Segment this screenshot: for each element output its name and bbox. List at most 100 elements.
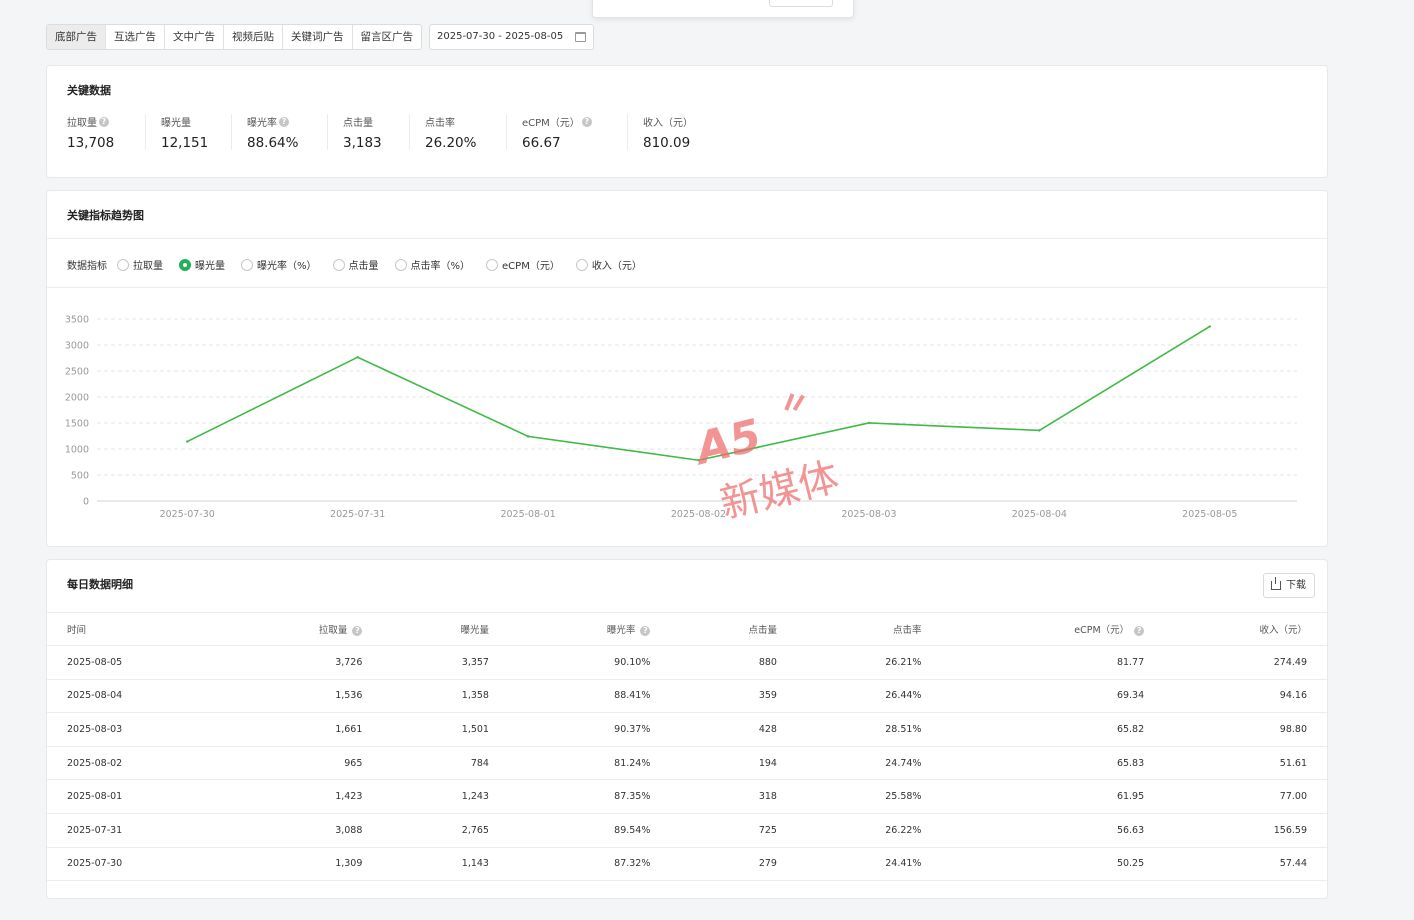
table-cell: 90.10% [514,645,677,680]
table-row: 2025-08-05 3,726 3,357 90.10% 880 26.21% 81.77… [47,645,1327,680]
tab-comment-ad[interactable]: 留言区广告 [353,25,422,49]
table-row: 2025-08-01 1,423 1,243 87.35% 318 25.58% 61.95… [47,779,1327,814]
date-range-text: 2025-07-30 - 2025-08-05 [437,31,564,42]
data-point[interactable] [526,435,530,438]
table-cell: 1,423 [227,779,389,814]
column-header-label: 曝光量 [460,625,489,636]
download-button[interactable]: 下载 [1263,573,1315,598]
metric-item: 拉取量? 13,708 [67,114,114,151]
metric-value: 3,183 [343,135,382,151]
daily-detail-card: 每日数据明细 下载 时间 拉取量? 曝光量 曝光率? 点击量 点击率 eCPM（元）? 收入（… [46,559,1328,899]
popover-fragment [592,0,854,18]
metric-label: 曝光率? [247,114,298,129]
y-tick-label: 1000 [65,445,89,456]
table-cell: 194 [676,746,803,781]
metric-item: 点击量 3,183 [343,114,382,151]
metric-item: 曝光量 12,151 [161,114,208,151]
data-point[interactable] [1208,325,1211,328]
metric-value: 88.64% [247,135,299,151]
popover-button[interactable] [769,0,833,7]
help-icon[interactable]: ? [640,626,651,636]
x-tick-label: 2025-08-05 [1182,509,1237,520]
help-icon[interactable]: ? [581,116,592,127]
metric-item: 曝光率? 88.64% [247,114,298,151]
column-header: 拉取量? [227,612,389,646]
metric-separator [145,114,146,150]
help-icon[interactable]: ? [99,116,109,127]
table-cell: 2025-08-01 [47,779,227,814]
table-cell: 1,143 [388,847,515,882]
metric-label-text: eCPM（元） [522,118,580,129]
table-cell: 89.54% [514,813,677,848]
data-point[interactable] [186,440,189,443]
table-cell: 2025-08-04 [47,679,227,714]
trend-chart: 0 500 1000 1500 2000 2500 3000 3500 2025-07-30 20… [65,315,1297,528]
table-cell: 2025-07-30 [47,847,227,882]
column-header: 点击量 [676,612,803,646]
table-cell: 3,088 [227,813,389,848]
metric-value: 12,151 [161,135,209,151]
column-header-label: 拉取量 [318,625,348,636]
metric-value: 66.67 [522,135,561,151]
table-row: 2025-07-31 3,088 2,765 89.54% 725 26.22% 56.63… [47,813,1327,848]
date-range-picker[interactable]: 2025-07-30 - 2025-08-05 [429,24,594,50]
table-cell: 61.95 [947,779,1171,814]
column-header-label: 点击率 [892,625,922,636]
column-header-label: 收入（元） [1259,625,1307,636]
column-header-label: 时间 [67,625,87,636]
x-tick-label: 2025-08-03 [841,509,896,520]
table-cell: 359 [676,679,803,714]
column-header-label: 点击量 [748,625,777,636]
x-tick-label: 2025-08-02 [671,509,726,520]
table-cell: 880 [676,645,803,680]
table-cell: 1,358 [388,679,515,714]
x-tick-label: 2025-08-01 [500,509,555,520]
metric-label: 曝光量 [161,114,208,129]
table-cell: 57.44 [1170,847,1327,882]
table-row: 2025-08-04 1,536 1,358 88.41% 359 26.44% 69.34… [47,679,1327,714]
table-row: 2025-07-30 1,309 1,143 87.32% 279 24.41% 50.25… [47,847,1327,882]
metric-separator [627,114,628,150]
tab-mutual-ad[interactable]: 互选广告 [106,25,165,49]
metric-separator [409,114,410,150]
column-header-label: 曝光率 [606,625,636,636]
table-cell: 428 [676,712,803,747]
help-icon[interactable]: ? [1134,626,1145,636]
help-icon[interactable]: ? [279,116,289,127]
table-cell: 2025-08-03 [47,712,227,747]
data-point[interactable] [356,356,359,359]
table-cell: 1,536 [227,679,389,714]
help-icon[interactable]: ? [352,626,363,636]
table-cell: 88.41% [514,679,677,714]
tab-keyword-ad[interactable]: 关键词广告 [283,25,353,49]
y-tick-label: 0 [83,497,89,508]
data-point[interactable] [1038,429,1041,432]
metric-item: eCPM（元）? 66.67 [522,114,592,151]
trend-card: 关键指标趋势图 数据指标 拉取量 曝光量 曝光率（%） 点击量 点击率（%） eCPM（元… [46,190,1328,547]
table-body: 2025-08-05 3,726 3,357 90.10% 880 26.21% 81.77… [47,645,1327,882]
table-cell: 279 [676,847,803,882]
metric-label-text: 点击量 [343,118,373,129]
table-cell: 965 [227,746,389,781]
y-tick-label: 2000 [65,393,89,404]
metric-label-text: 曝光量 [161,118,191,129]
table-cell: 156.59 [1170,813,1327,848]
x-tick-label: 2025-08-04 [1012,509,1067,520]
download-label: 下载 [1286,580,1306,591]
column-header: 点击率 [802,612,948,646]
table-cell: 65.82 [947,712,1171,747]
table-cell: 69.34 [947,679,1171,714]
table-cell: 784 [388,746,515,781]
column-header: 时间 [47,612,227,646]
metric-item: 点击率 26.20% [425,114,476,151]
data-point[interactable] [867,421,871,425]
tab-video-post-ad[interactable]: 视频后贴 [224,25,283,49]
table-cell: 274.49 [1170,645,1327,680]
table-cell: 3,726 [227,645,389,680]
metric-label-text: 点击率 [425,118,455,129]
tab-in-article-ad[interactable]: 文中广告 [165,25,224,49]
table-cell: 87.32% [514,847,677,882]
tab-bottom-ad[interactable]: 底部广告 [47,25,106,49]
y-tick-label: 1500 [65,419,89,430]
table-cell: 90.37% [514,712,677,747]
